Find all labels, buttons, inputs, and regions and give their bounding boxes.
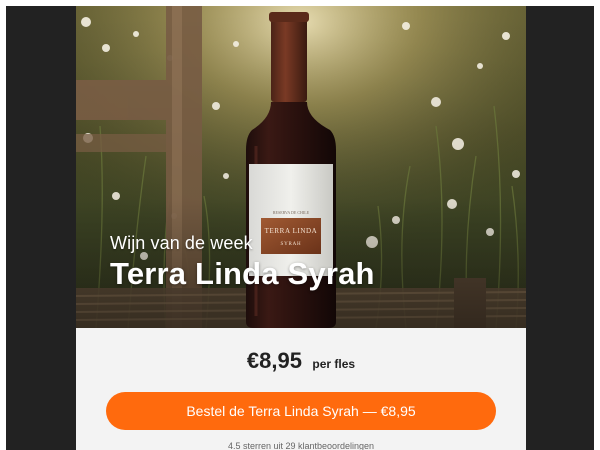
label-variety-text: SYRAH [281,242,302,247]
label-brand-text: TERRA LINDA [265,227,318,235]
email-frame: RESERVA DE CHILE TERRA LINDA SYRAH Wijn … [6,6,594,450]
price-unit: per fles [312,357,356,371]
promo-card: RESERVA DE CHILE TERRA LINDA SYRAH Wijn … [76,6,526,450]
order-button[interactable]: Bestel de Terra Linda Syrah — €8,95 [106,392,496,430]
rating-text: 4.5 sterren uit 29 klantbeoordelingen [227,441,375,450]
hero-image: RESERVA DE CHILE TERRA LINDA SYRAH Wijn … [76,6,526,328]
hero-title: Terra Linda Syrah [110,256,375,291]
price-amount: €8,95 [246,348,302,373]
price-row: €8,95 per fles [76,348,526,374]
label-top-text: RESERVA DE CHILE [273,210,310,215]
hero-kicker: Wijn van de week [110,233,253,253]
